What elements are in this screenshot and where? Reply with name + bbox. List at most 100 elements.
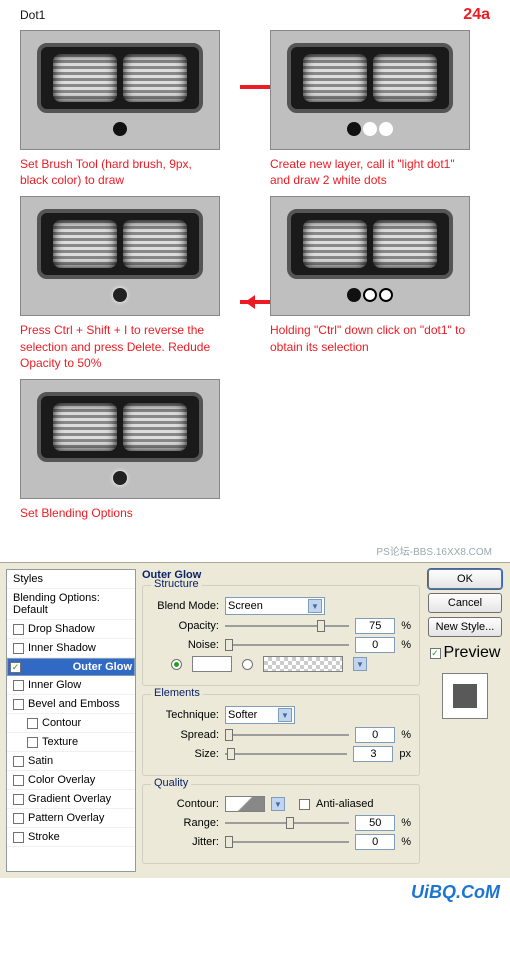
chevron-down-icon: ▼ — [278, 708, 292, 722]
styles-list: Styles Blending Options: Default Drop Sh… — [6, 569, 136, 872]
contour-label: Contour: — [151, 798, 219, 810]
style-label: Color Overlay — [28, 774, 95, 786]
caption: Create new layer, call it "light dot1" a… — [270, 156, 470, 188]
opacity-input[interactable]: 75 — [355, 618, 395, 634]
size-input[interactable]: 3 — [353, 746, 393, 762]
technique-select[interactable]: Softer ▼ — [225, 706, 295, 724]
style-label: Satin — [28, 755, 53, 767]
tutorial-thumb — [270, 196, 470, 316]
style-label: Pattern Overlay — [28, 812, 104, 824]
chevron-down-icon[interactable]: ▼ — [353, 657, 367, 671]
tutorial-thumb — [20, 196, 220, 316]
unit: % — [401, 817, 411, 829]
watermark: PS论坛-BBS.16XX8.COM — [0, 543, 510, 558]
checkbox-icon[interactable] — [27, 737, 38, 748]
style-item[interactable]: Blending Options: Default — [7, 589, 135, 620]
style-item[interactable]: Bevel and Emboss — [7, 695, 135, 714]
caption: Holding "Ctrl" down click on "dot1" to o… — [270, 322, 470, 354]
caption: Press Ctrl + Shift + I to reverse the se… — [20, 322, 220, 371]
preview-checkbox[interactable]: ✓ — [430, 648, 441, 659]
checkbox-icon[interactable] — [13, 624, 24, 635]
technique-label: Technique: — [151, 709, 219, 721]
tutorial-thumb — [20, 30, 220, 150]
chevron-down-icon[interactable]: ▼ — [271, 797, 285, 811]
checkbox-icon[interactable] — [27, 718, 38, 729]
style-item[interactable]: Contour — [7, 714, 135, 733]
quality-group: Quality Contour:▼Anti-aliased Range:50% … — [142, 784, 420, 864]
noise-input[interactable]: 0 — [355, 637, 395, 653]
checkbox-icon[interactable] — [13, 756, 24, 767]
checkbox-icon[interactable] — [13, 680, 24, 691]
tutorial-thumb — [20, 379, 220, 499]
page-title: Dot1 — [20, 8, 45, 22]
noise-label: Noise: — [151, 639, 219, 651]
style-item[interactable]: Drop Shadow — [7, 620, 135, 639]
aa-checkbox[interactable] — [299, 799, 310, 810]
style-item[interactable]: Pattern Overlay — [7, 809, 135, 828]
opacity-label: Opacity: — [151, 620, 219, 632]
checkbox-icon[interactable] — [13, 699, 24, 710]
opacity-slider[interactable] — [225, 618, 349, 634]
tutorial-thumb — [270, 30, 470, 150]
range-label: Range: — [151, 817, 219, 829]
chevron-down-icon: ▼ — [308, 599, 322, 613]
style-label: Outer Glow — [73, 661, 132, 673]
checkbox-icon[interactable] — [13, 643, 24, 654]
style-item[interactable]: Satin — [7, 752, 135, 771]
noise-slider[interactable] — [225, 637, 349, 653]
style-item[interactable]: Inner Shadow — [7, 639, 135, 658]
color-radio[interactable] — [171, 659, 182, 670]
preview-label: Preview — [444, 644, 501, 662]
style-item[interactable]: Stroke — [7, 828, 135, 847]
checkbox-icon[interactable] — [13, 832, 24, 843]
checkbox-icon[interactable] — [13, 775, 24, 786]
style-item[interactable]: Gradient Overlay — [7, 790, 135, 809]
blendmode-label: Blend Mode: — [151, 600, 219, 612]
legend: Elements — [151, 687, 203, 699]
elements-group: Elements Technique:Softer▼ Spread:0% Siz… — [142, 694, 420, 776]
checkbox-icon[interactable] — [13, 794, 24, 805]
select-value: Screen — [228, 600, 263, 612]
checkbox-icon[interactable]: ✓ — [10, 662, 21, 673]
cancel-button[interactable]: Cancel — [428, 593, 502, 613]
style-label: Inner Glow — [28, 679, 81, 691]
style-item[interactable]: Texture — [7, 733, 135, 752]
style-item-selected[interactable]: ✓ Outer Glow — [7, 658, 135, 676]
range-slider[interactable] — [225, 815, 349, 831]
caption: Set Brush Tool (hard brush, 9px, black c… — [20, 156, 220, 188]
new-style-button[interactable]: New Style... — [428, 617, 502, 637]
contour-swatch[interactable] — [225, 796, 265, 812]
style-label: Bevel and Emboss — [28, 698, 120, 710]
unit: % — [401, 836, 411, 848]
footer-logo: UiBQ.CoM — [0, 878, 510, 907]
select-value: Softer — [228, 709, 257, 721]
jitter-label: Jitter: — [151, 836, 219, 848]
size-label: Size: — [151, 748, 219, 760]
style-label: Stroke — [28, 831, 60, 843]
blendmode-select[interactable]: Screen ▼ — [225, 597, 325, 615]
unit: % — [401, 639, 411, 651]
legend: Quality — [151, 777, 191, 789]
color-swatch[interactable] — [192, 656, 232, 672]
size-slider[interactable] — [225, 746, 347, 762]
style-item[interactable]: Inner Glow — [7, 676, 135, 695]
spread-input[interactable]: 0 — [355, 727, 395, 743]
style-item[interactable]: Color Overlay — [7, 771, 135, 790]
checkbox-icon[interactable] — [13, 813, 24, 824]
style-label: Inner Shadow — [28, 642, 96, 654]
gradient-radio[interactable] — [242, 659, 253, 670]
style-label: Contour — [42, 717, 81, 729]
layer-style-dialog: Styles Blending Options: Default Drop Sh… — [0, 562, 510, 878]
unit: % — [401, 620, 411, 632]
aa-label: Anti-aliased — [316, 798, 373, 810]
range-input[interactable]: 50 — [355, 815, 395, 831]
caption: Set Blending Options — [20, 505, 220, 521]
jitter-slider[interactable] — [225, 834, 349, 850]
legend: Structure — [151, 578, 202, 590]
spread-slider[interactable] — [225, 727, 349, 743]
style-label: Drop Shadow — [28, 623, 95, 635]
gradient-swatch[interactable] — [263, 656, 343, 672]
spread-label: Spread: — [151, 729, 219, 741]
ok-button[interactable]: OK — [428, 569, 502, 589]
jitter-input[interactable]: 0 — [355, 834, 395, 850]
